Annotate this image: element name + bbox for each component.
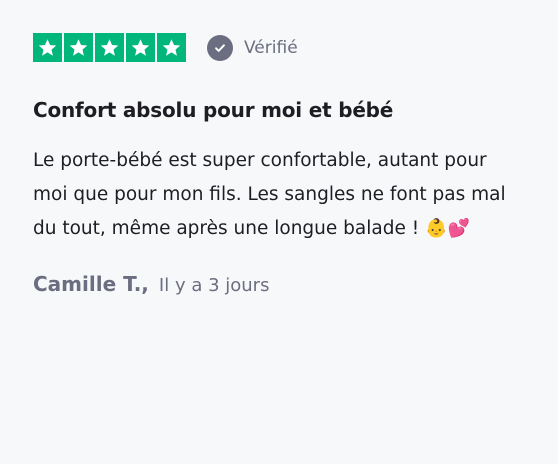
author-name: Camille T., [33,272,149,296]
review-title: Confort absolu pour moi et bébé [33,98,394,122]
check-circle-icon [207,34,233,61]
star-icon [64,33,93,62]
review-body: Le porte-bébé est super confortable, aut… [33,144,523,246]
review-emojis: 👶💕 [425,218,470,239]
star-icon [33,33,62,62]
verified-label: Vérifié [244,37,298,58]
review-date: Il y a 3 jours [158,275,270,296]
verified-badge: Vérifié [207,34,298,61]
star-icon [95,33,124,62]
review-meta: Camille T., Il y a 3 jours [33,272,533,296]
star-icon [157,33,186,62]
rating-row: Vérifié [33,33,533,62]
star-icon [126,33,155,62]
star-rating [33,33,186,62]
review-card: Vérifié Confort absolu pour moi et bébé … [33,33,533,296]
